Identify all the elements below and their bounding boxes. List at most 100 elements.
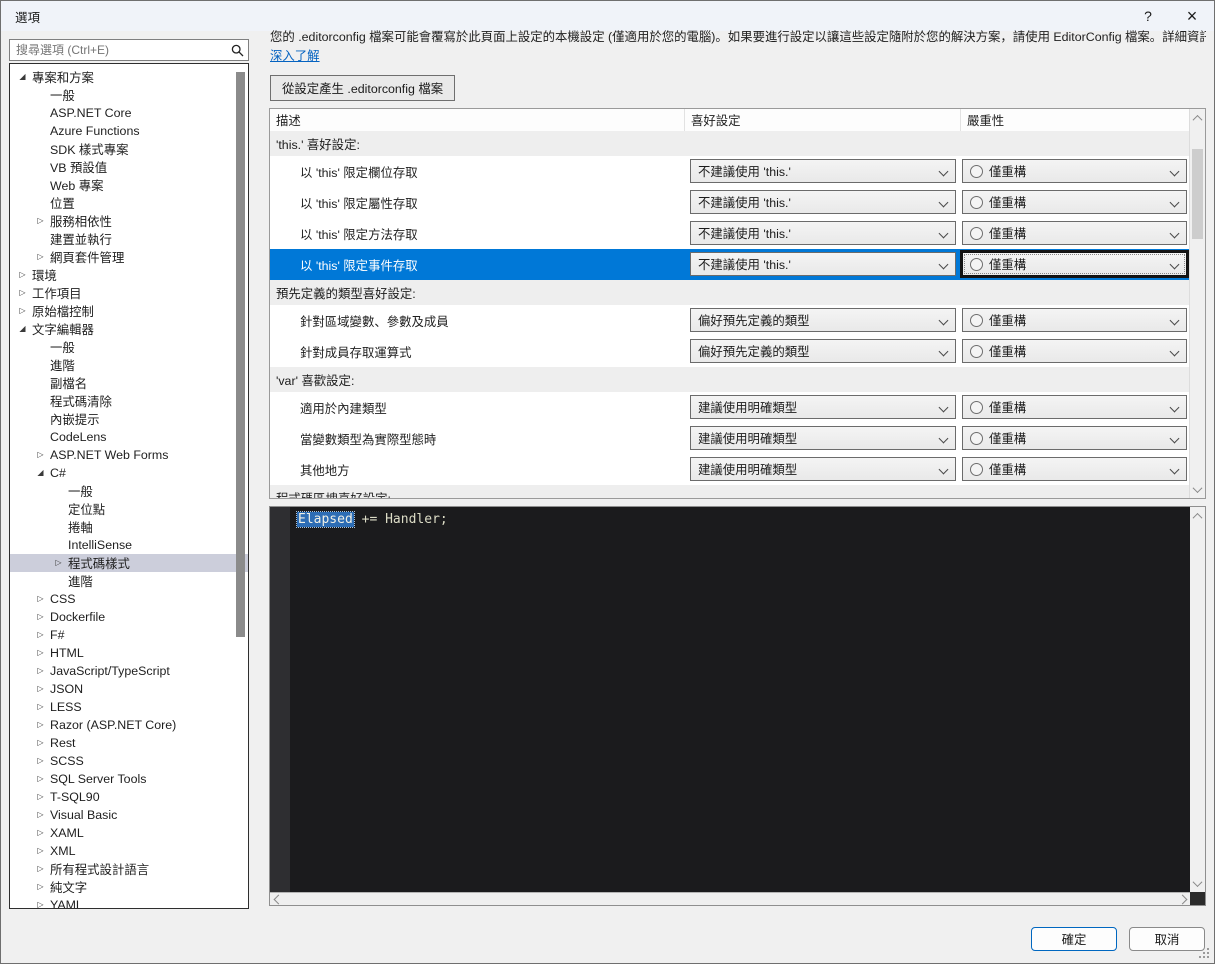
tree-scrollbar-thumb[interactable]: [236, 72, 245, 637]
tree-expander-icon[interactable]: ▷: [34, 824, 47, 842]
tree-item[interactable]: IntelliSense: [10, 536, 248, 554]
preference-dropdown[interactable]: 不建議使用 'this.': [690, 252, 956, 276]
tree-item[interactable]: ▷ YAML: [10, 896, 248, 909]
scroll-down-icon[interactable]: [1190, 875, 1205, 891]
tree-expander-icon[interactable]: ▷: [34, 590, 47, 608]
preference-dropdown[interactable]: 建議使用明確類型: [690, 395, 956, 419]
preference-dropdown[interactable]: 建議使用明確類型: [690, 426, 956, 450]
tree-item[interactable]: 一般: [10, 86, 248, 104]
tree-item[interactable]: 程式碼清除: [10, 392, 248, 410]
tree-item[interactable]: ▷ 服務相依性: [10, 212, 248, 230]
tree-expander-icon[interactable]: ▷: [52, 554, 65, 572]
tree-item[interactable]: CodeLens: [10, 428, 248, 446]
tree-expander-icon[interactable]: ▷: [34, 644, 47, 662]
tree-expander-icon[interactable]: ▷: [34, 878, 47, 896]
tree-expander-icon[interactable]: ◢: [34, 464, 47, 482]
tree-item[interactable]: VB 預設值: [10, 158, 248, 176]
tree-expander-icon[interactable]: ▷: [34, 788, 47, 806]
tree-expander-icon[interactable]: ▷: [34, 842, 47, 860]
tree-expander-icon[interactable]: ▷: [16, 266, 29, 284]
preference-dropdown[interactable]: 偏好預先定義的類型: [690, 339, 956, 363]
tree-item[interactable]: ▷ XML: [10, 842, 248, 860]
help-icon[interactable]: ?: [1126, 1, 1170, 31]
severity-dropdown[interactable]: 僅重構: [962, 159, 1187, 183]
scroll-right-icon[interactable]: [1175, 893, 1189, 905]
tree-item[interactable]: ▷ 所有程式設計語言: [10, 860, 248, 878]
tree-item[interactable]: ▷ 工作項目: [10, 284, 248, 302]
tree-item[interactable]: ▷ JSON: [10, 680, 248, 698]
search-input[interactable]: [10, 43, 226, 57]
tree-item[interactable]: Azure Functions: [10, 122, 248, 140]
severity-dropdown[interactable]: 僅重構: [962, 395, 1187, 419]
code-horizontal-scrollbar[interactable]: [270, 892, 1190, 905]
scroll-up-icon[interactable]: [1190, 508, 1205, 524]
tree-item[interactable]: ▷ T-SQL90: [10, 788, 248, 806]
tree-expander-icon[interactable]: ▷: [34, 446, 47, 464]
tree-expander-icon[interactable]: ▷: [34, 896, 47, 909]
tree-item[interactable]: ◢ C#: [10, 464, 248, 482]
grid-scrollbar-thumb[interactable]: [1192, 149, 1203, 239]
tree-item[interactable]: ▷ Dockerfile: [10, 608, 248, 626]
scroll-down-icon[interactable]: [1190, 481, 1205, 497]
tree-item[interactable]: ▷ XAML: [10, 824, 248, 842]
tree-item[interactable]: 進階: [10, 572, 248, 590]
tree-item[interactable]: ▷ SCSS: [10, 752, 248, 770]
tree-item[interactable]: 副檔名: [10, 374, 248, 392]
tree-item[interactable]: 捲軸: [10, 518, 248, 536]
code-vertical-scrollbar[interactable]: [1190, 507, 1205, 892]
tree-expander-icon[interactable]: ▷: [34, 662, 47, 680]
learn-more-link[interactable]: 深入了解: [270, 46, 320, 64]
tree-item[interactable]: 位置: [10, 194, 248, 212]
tree-item[interactable]: ▷ JavaScript/TypeScript: [10, 662, 248, 680]
tree-expander-icon[interactable]: ▷: [34, 680, 47, 698]
tree-item[interactable]: ▷ F#: [10, 626, 248, 644]
generate-editorconfig-button[interactable]: 從設定產生 .editorconfig 檔案: [270, 75, 455, 101]
grid-row[interactable]: 以 'this' 限定方法存取 不建議使用 'this.' 僅重構: [270, 218, 1189, 249]
tree-item[interactable]: ▷ 純文字: [10, 878, 248, 896]
tree-expander-icon[interactable]: ▷: [34, 860, 47, 878]
tree-expander-icon[interactable]: ▷: [34, 770, 47, 788]
preference-dropdown[interactable]: 建議使用明確類型: [690, 457, 956, 481]
tree-item[interactable]: ▷ 程式碼樣式: [10, 554, 248, 572]
grid-row[interactable]: 以 'this' 限定事件存取 不建議使用 'this.' 僅重構: [270, 249, 1189, 280]
tree-item[interactable]: ▷ LESS: [10, 698, 248, 716]
tree-item[interactable]: 定位點: [10, 500, 248, 518]
tree-expander-icon[interactable]: ▷: [34, 608, 47, 626]
preference-dropdown[interactable]: 不建議使用 'this.': [690, 190, 956, 214]
severity-dropdown[interactable]: 僅重構: [962, 221, 1187, 245]
severity-dropdown[interactable]: 僅重構: [962, 252, 1187, 276]
grid-row[interactable]: 針對成員存取運算式 偏好預先定義的類型 僅重構: [270, 336, 1189, 367]
tree-item[interactable]: 內嵌提示: [10, 410, 248, 428]
tree-expander-icon[interactable]: ▷: [16, 302, 29, 320]
search-icon[interactable]: [226, 44, 248, 57]
tree-item[interactable]: ▷ Rest: [10, 734, 248, 752]
severity-dropdown[interactable]: 僅重構: [962, 190, 1187, 214]
tree-expander-icon[interactable]: ▷: [34, 626, 47, 644]
tree-item[interactable]: Web 專案: [10, 176, 248, 194]
scroll-up-icon[interactable]: [1190, 110, 1205, 126]
severity-dropdown[interactable]: 僅重構: [962, 457, 1187, 481]
grid-row[interactable]: 其他地方 建議使用明確類型 僅重構: [270, 454, 1189, 485]
severity-dropdown[interactable]: 僅重構: [962, 426, 1187, 450]
tree-item[interactable]: ▷ SQL Server Tools: [10, 770, 248, 788]
preference-dropdown[interactable]: 偏好預先定義的類型: [690, 308, 956, 332]
tree-item[interactable]: SDK 樣式專案: [10, 140, 248, 158]
tree-item[interactable]: ▷ 環境: [10, 266, 248, 284]
tree-expander-icon[interactable]: ◢: [16, 320, 29, 338]
grid-row[interactable]: 針對區域變數、參數及成員 偏好預先定義的類型 僅重構: [270, 305, 1189, 336]
tree-expander-icon[interactable]: ▷: [34, 248, 47, 266]
grid-row[interactable]: 以 'this' 限定屬性存取 不建議使用 'this.' 僅重構: [270, 187, 1189, 218]
severity-dropdown[interactable]: 僅重構: [962, 308, 1187, 332]
resize-grip[interactable]: [1199, 948, 1209, 958]
tree-item[interactable]: ASP.NET Core: [10, 104, 248, 122]
close-icon[interactable]: ×: [1170, 1, 1214, 31]
tree-item[interactable]: 建置並執行: [10, 230, 248, 248]
tree-expander-icon[interactable]: ▷: [34, 698, 47, 716]
search-box[interactable]: [9, 39, 249, 61]
grid-row[interactable]: 適用於內建類型 建議使用明確類型 僅重構: [270, 392, 1189, 423]
preference-dropdown[interactable]: 不建議使用 'this.': [690, 159, 956, 183]
tree-item[interactable]: ▷ 原始檔控制: [10, 302, 248, 320]
tree-item[interactable]: 進階: [10, 356, 248, 374]
grid-scrollbar[interactable]: [1189, 109, 1205, 498]
scroll-left-icon[interactable]: [271, 893, 285, 905]
